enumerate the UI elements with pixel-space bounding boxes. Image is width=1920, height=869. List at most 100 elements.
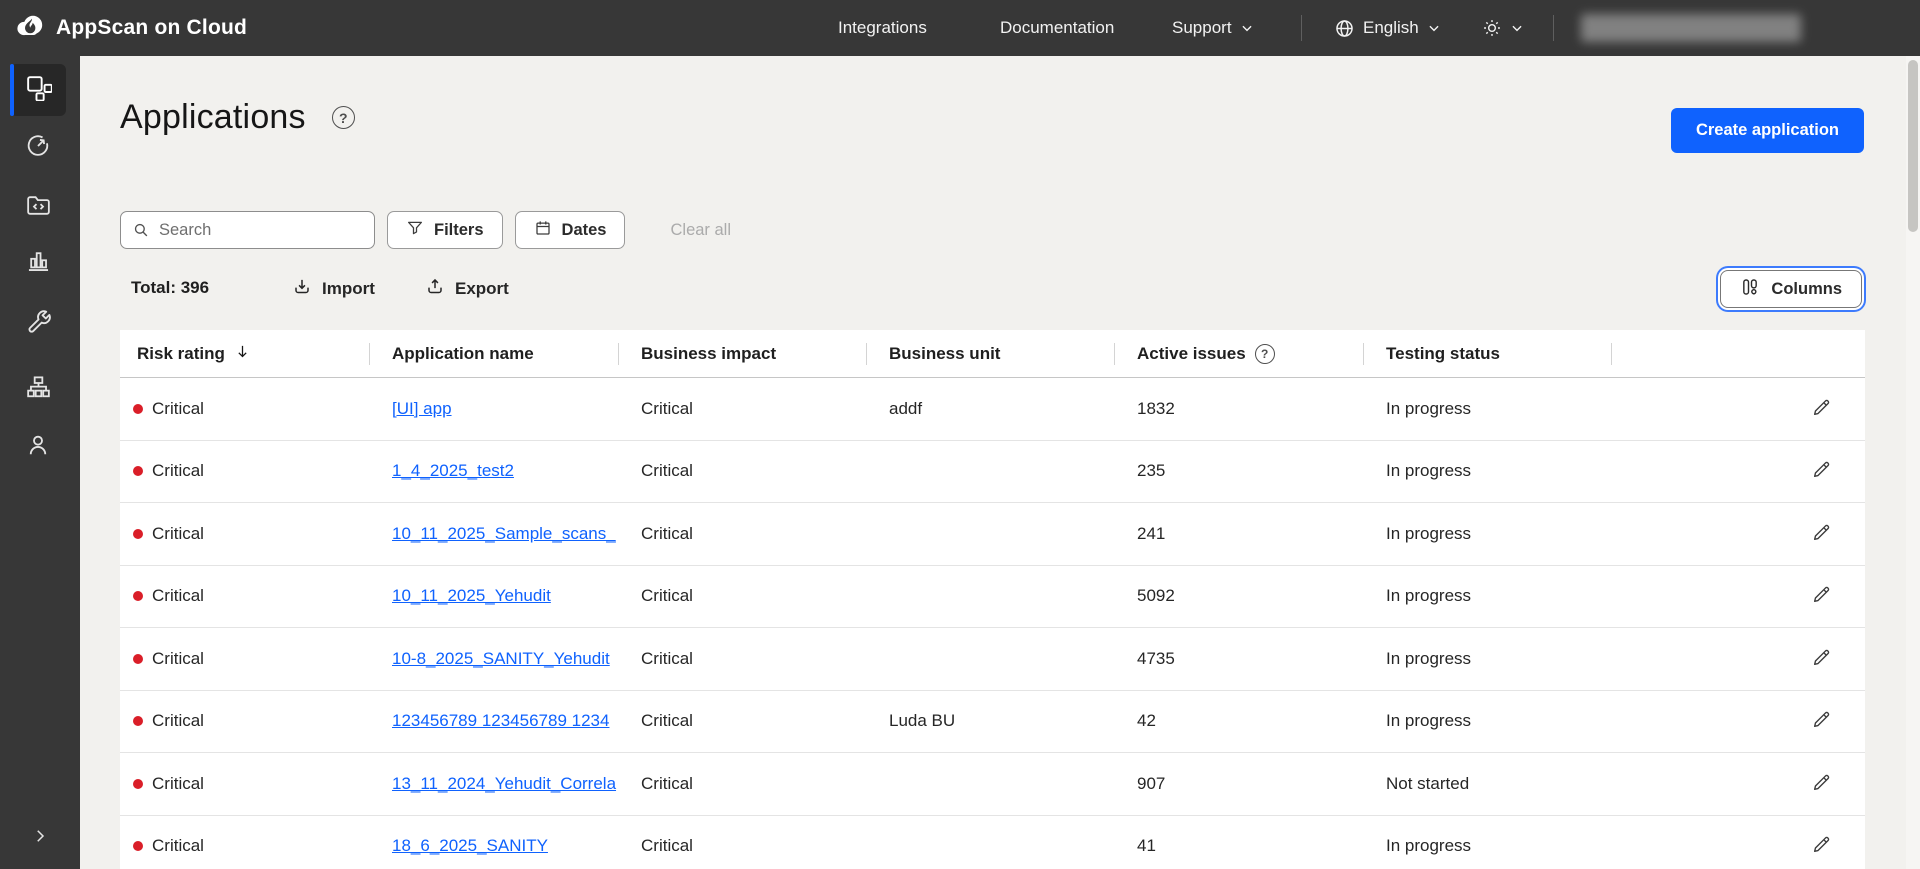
- table-body: Critical [UI] app Critical addf 1832 In …: [120, 378, 1865, 869]
- header-application-name-label: Application name: [392, 344, 534, 363]
- funnel-icon: [406, 219, 424, 242]
- nav-divider: [1553, 15, 1554, 41]
- risk-rating-cell: Critical: [120, 524, 369, 544]
- language-label: English: [1363, 18, 1419, 37]
- application-name-cell: 123456789 123456789 1234: [369, 711, 618, 731]
- nav-integrations[interactable]: Integrations: [838, 0, 927, 56]
- active-issues-value: 241: [1137, 523, 1166, 543]
- risk-rating-value: Critical: [152, 773, 204, 793]
- application-name-link[interactable]: 10-8_2025_SANITY_Yehudit: [392, 649, 610, 668]
- table-header-row: Risk rating Application name Business im…: [120, 330, 1865, 378]
- import-button[interactable]: Import: [292, 274, 375, 304]
- application-name-link[interactable]: [UI] app: [392, 399, 452, 418]
- application-name-cell: 10_11_2025_Yehudit: [369, 586, 618, 606]
- risk-rating-cell: Critical: [120, 399, 369, 419]
- business-impact-value: Critical: [641, 523, 693, 543]
- top-navbar: AppScan on Cloud Integrations Documentat…: [0, 0, 1920, 56]
- sidebar-item-reports[interactable]: [10, 237, 66, 289]
- search-input[interactable]: [120, 211, 375, 249]
- critical-dot-icon: [133, 466, 143, 477]
- header-business-unit[interactable]: Business unit: [866, 330, 1114, 378]
- sidebar-item-tools[interactable]: [10, 296, 66, 348]
- nav-documentation[interactable]: Documentation: [1000, 0, 1114, 56]
- filter-controls: Filters Dates Clear all: [120, 211, 731, 249]
- chevron-down-icon: [1510, 21, 1524, 35]
- import-button-label: Import: [322, 279, 375, 298]
- sidebar-item-development[interactable]: [10, 182, 66, 234]
- main-content: Applications ? Create application Search…: [80, 56, 1920, 869]
- edit-application-button[interactable]: [1805, 643, 1837, 675]
- risk-rating-value: Critical: [152, 586, 204, 606]
- user-account-menu-redacted[interactable]: [1581, 14, 1801, 42]
- edit-application-button[interactable]: [1805, 830, 1837, 862]
- sort-descending-icon: [234, 343, 251, 365]
- nav-support-menu[interactable]: Support: [1172, 0, 1254, 56]
- sidebar-expand-button[interactable]: [22, 816, 58, 860]
- sidebar-item-scans[interactable]: [10, 122, 66, 174]
- sun-theme-icon: [1482, 18, 1502, 38]
- header-application-name[interactable]: Application name: [369, 330, 618, 378]
- export-upload-icon: [425, 277, 445, 302]
- application-name-link[interactable]: 1_4_2025_test2: [392, 461, 514, 480]
- edit-application-button[interactable]: [1805, 580, 1837, 612]
- clear-all-button[interactable]: Clear all: [670, 221, 731, 240]
- sidebar-item-applications[interactable]: [10, 64, 66, 116]
- actions-cell: [1611, 768, 1865, 800]
- testing-status-value: In progress: [1386, 586, 1472, 606]
- application-name-link[interactable]: 13_11_2024_Yehudit_Correla: [392, 774, 616, 793]
- edit-application-button[interactable]: [1805, 768, 1837, 800]
- theme-selector[interactable]: [1482, 0, 1524, 56]
- application-name-cell: 13_11_2024_Yehudit_Correla: [369, 774, 618, 794]
- edit-application-button[interactable]: [1805, 455, 1837, 487]
- search-box: [120, 211, 375, 249]
- sidebar-item-organization[interactable]: [10, 364, 66, 416]
- application-name-cell: 10-8_2025_SANITY_Yehudit: [369, 649, 618, 669]
- application-name-link[interactable]: 10_11_2025_Sample_scans_: [392, 524, 616, 543]
- brand-title: AppScan on Cloud: [56, 16, 248, 39]
- export-button-label: Export: [455, 279, 509, 298]
- column-settings-icon: [1740, 277, 1760, 302]
- application-name-link[interactable]: 123456789 123456789 1234: [392, 711, 609, 730]
- language-selector[interactable]: English: [1334, 0, 1441, 56]
- edit-application-button[interactable]: [1805, 705, 1837, 737]
- filters-button[interactable]: Filters: [387, 211, 503, 249]
- header-business-impact[interactable]: Business impact: [618, 330, 866, 378]
- page-title: Applications: [120, 98, 306, 136]
- wrench-icon: [25, 307, 51, 338]
- active-issues-help-icon[interactable]: ?: [1254, 344, 1275, 364]
- pencil-icon: [1811, 584, 1832, 608]
- export-button[interactable]: Export: [425, 274, 509, 304]
- header-active-issues[interactable]: Active issues ?: [1114, 330, 1363, 378]
- business-impact-value: Critical: [641, 461, 693, 481]
- application-name-link[interactable]: 18_6_2025_SANITY: [392, 836, 548, 855]
- create-application-button[interactable]: Create application: [1670, 108, 1864, 153]
- sidebar-item-users[interactable]: [10, 421, 66, 473]
- vertical-scrollbar[interactable]: [1906, 56, 1920, 869]
- risk-rating-cell: Critical: [120, 836, 369, 856]
- table-toolbar: Total: 396 Import Export Columns: [80, 268, 1920, 310]
- risk-rating-value: Critical: [152, 648, 204, 668]
- table-row: Critical 10_11_2025_Yehudit Critical 509…: [120, 566, 1865, 628]
- risk-rating-cell: Critical: [120, 711, 369, 731]
- active-issues-value: 907: [1137, 773, 1166, 793]
- critical-dot-icon: [133, 716, 143, 727]
- actions-cell: [1611, 643, 1865, 675]
- risk-rating-cell: Critical: [120, 461, 369, 481]
- table-row: Critical 123456789 123456789 1234 Critic…: [120, 691, 1865, 753]
- business-impact-value: Critical: [641, 711, 693, 731]
- header-testing-status[interactable]: Testing status: [1363, 330, 1611, 378]
- edit-application-button[interactable]: [1805, 518, 1837, 550]
- person-icon: [25, 432, 51, 463]
- scrollbar-thumb[interactable]: [1908, 60, 1918, 232]
- header-risk-rating[interactable]: Risk rating: [120, 330, 369, 378]
- pencil-icon: [1811, 522, 1832, 546]
- application-name-link[interactable]: 10_11_2025_Yehudit: [392, 586, 551, 605]
- globe-icon: [1334, 18, 1355, 39]
- dates-button[interactable]: Dates: [514, 211, 626, 249]
- critical-dot-icon: [133, 528, 143, 539]
- edit-application-button[interactable]: [1805, 393, 1837, 425]
- testing-status-value: In progress: [1386, 461, 1472, 481]
- page-help-icon[interactable]: ?: [331, 106, 355, 129]
- chevron-right-icon: [31, 827, 49, 850]
- columns-button[interactable]: Columns: [1720, 270, 1862, 308]
